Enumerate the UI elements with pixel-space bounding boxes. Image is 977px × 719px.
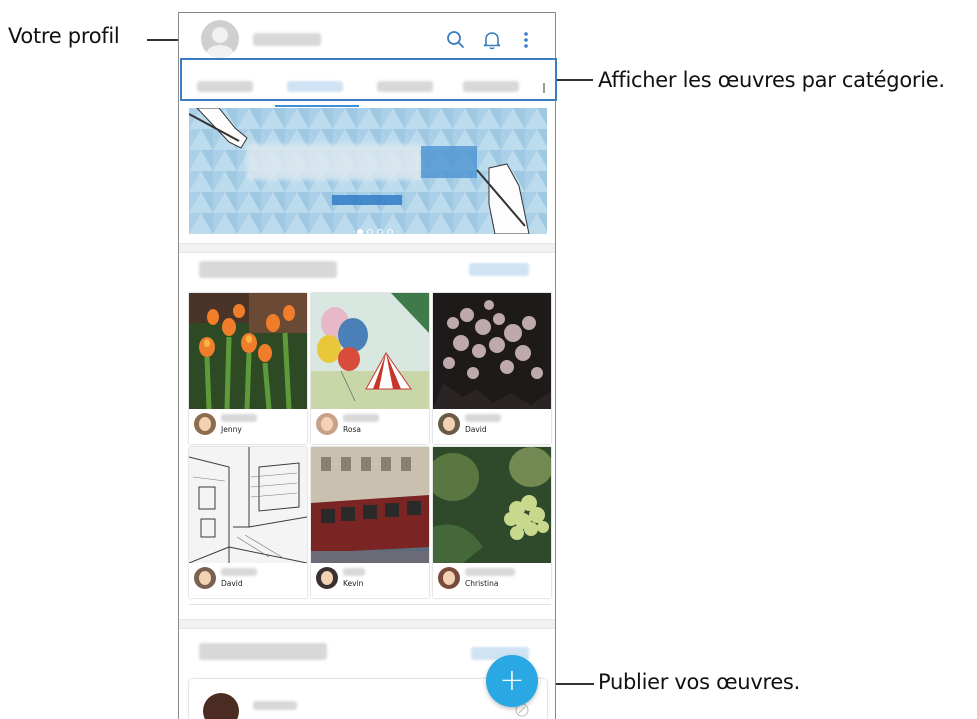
publish-callout: Publier vos œuvres. [598, 670, 800, 694]
section-title-blurred [199, 261, 337, 278]
artwork-title-blurred [343, 414, 379, 422]
street-sketch-artwork [189, 447, 307, 563]
author-name: David [221, 579, 243, 588]
section-divider [179, 619, 555, 629]
artwork-card[interactable]: David [433, 293, 551, 444]
post-author-avatar [203, 693, 239, 719]
phone-screen: Jenny Rosa David David Kevin Christina + [178, 12, 556, 719]
author-avatar [316, 567, 338, 589]
more-vertical-icon[interactable] [515, 29, 537, 51]
section-see-more-blurred[interactable] [469, 263, 529, 276]
author-avatar [438, 413, 460, 435]
author-name: Rosa [343, 425, 361, 434]
profile-name-blurred [253, 33, 321, 46]
promo-banner[interactable] [189, 108, 547, 234]
profile-avatar[interactable] [201, 20, 239, 58]
card-row-edge [189, 600, 551, 605]
banner-pager-dots [357, 220, 397, 234]
banner-illustration [189, 108, 547, 234]
section-title-blurred [199, 643, 327, 660]
artwork-title-blurred [221, 414, 257, 422]
artwork-title-blurred [343, 568, 365, 576]
artwork-card[interactable]: Kevin [311, 447, 429, 598]
author-avatar [438, 567, 460, 589]
bell-icon[interactable] [481, 29, 503, 51]
tram-artwork [311, 447, 429, 563]
green-flowers-artwork [433, 447, 551, 563]
categories-callout-line [557, 79, 593, 81]
publish-fab[interactable]: + [486, 655, 538, 707]
author-avatar [194, 413, 216, 435]
section-divider [179, 243, 555, 253]
artwork-card[interactable]: Jenny [189, 293, 307, 444]
search-icon[interactable] [445, 29, 467, 51]
author-avatar [194, 567, 216, 589]
blossom-artwork [433, 293, 551, 409]
post-author-name-blurred [253, 701, 297, 710]
artwork-card[interactable]: Rosa [311, 293, 429, 444]
author-name: Kevin [343, 579, 364, 588]
tulips-artwork [189, 293, 307, 409]
artwork-card[interactable]: David [189, 447, 307, 598]
author-name: David [465, 425, 487, 434]
category-tabs-highlight [180, 58, 557, 101]
author-name: Christina [465, 579, 499, 588]
artwork-title-blurred [465, 414, 501, 422]
artwork-card[interactable]: Christina [433, 447, 551, 598]
artwork-title-blurred [221, 568, 257, 576]
app-header [179, 13, 555, 63]
balloons-artwork [311, 293, 429, 409]
author-name: Jenny [221, 425, 242, 434]
author-avatar [316, 413, 338, 435]
profile-callout: Votre profil [8, 24, 120, 48]
artwork-title-blurred [465, 568, 515, 576]
categories-callout: Afficher les œuvres par catégorie. [598, 68, 945, 92]
